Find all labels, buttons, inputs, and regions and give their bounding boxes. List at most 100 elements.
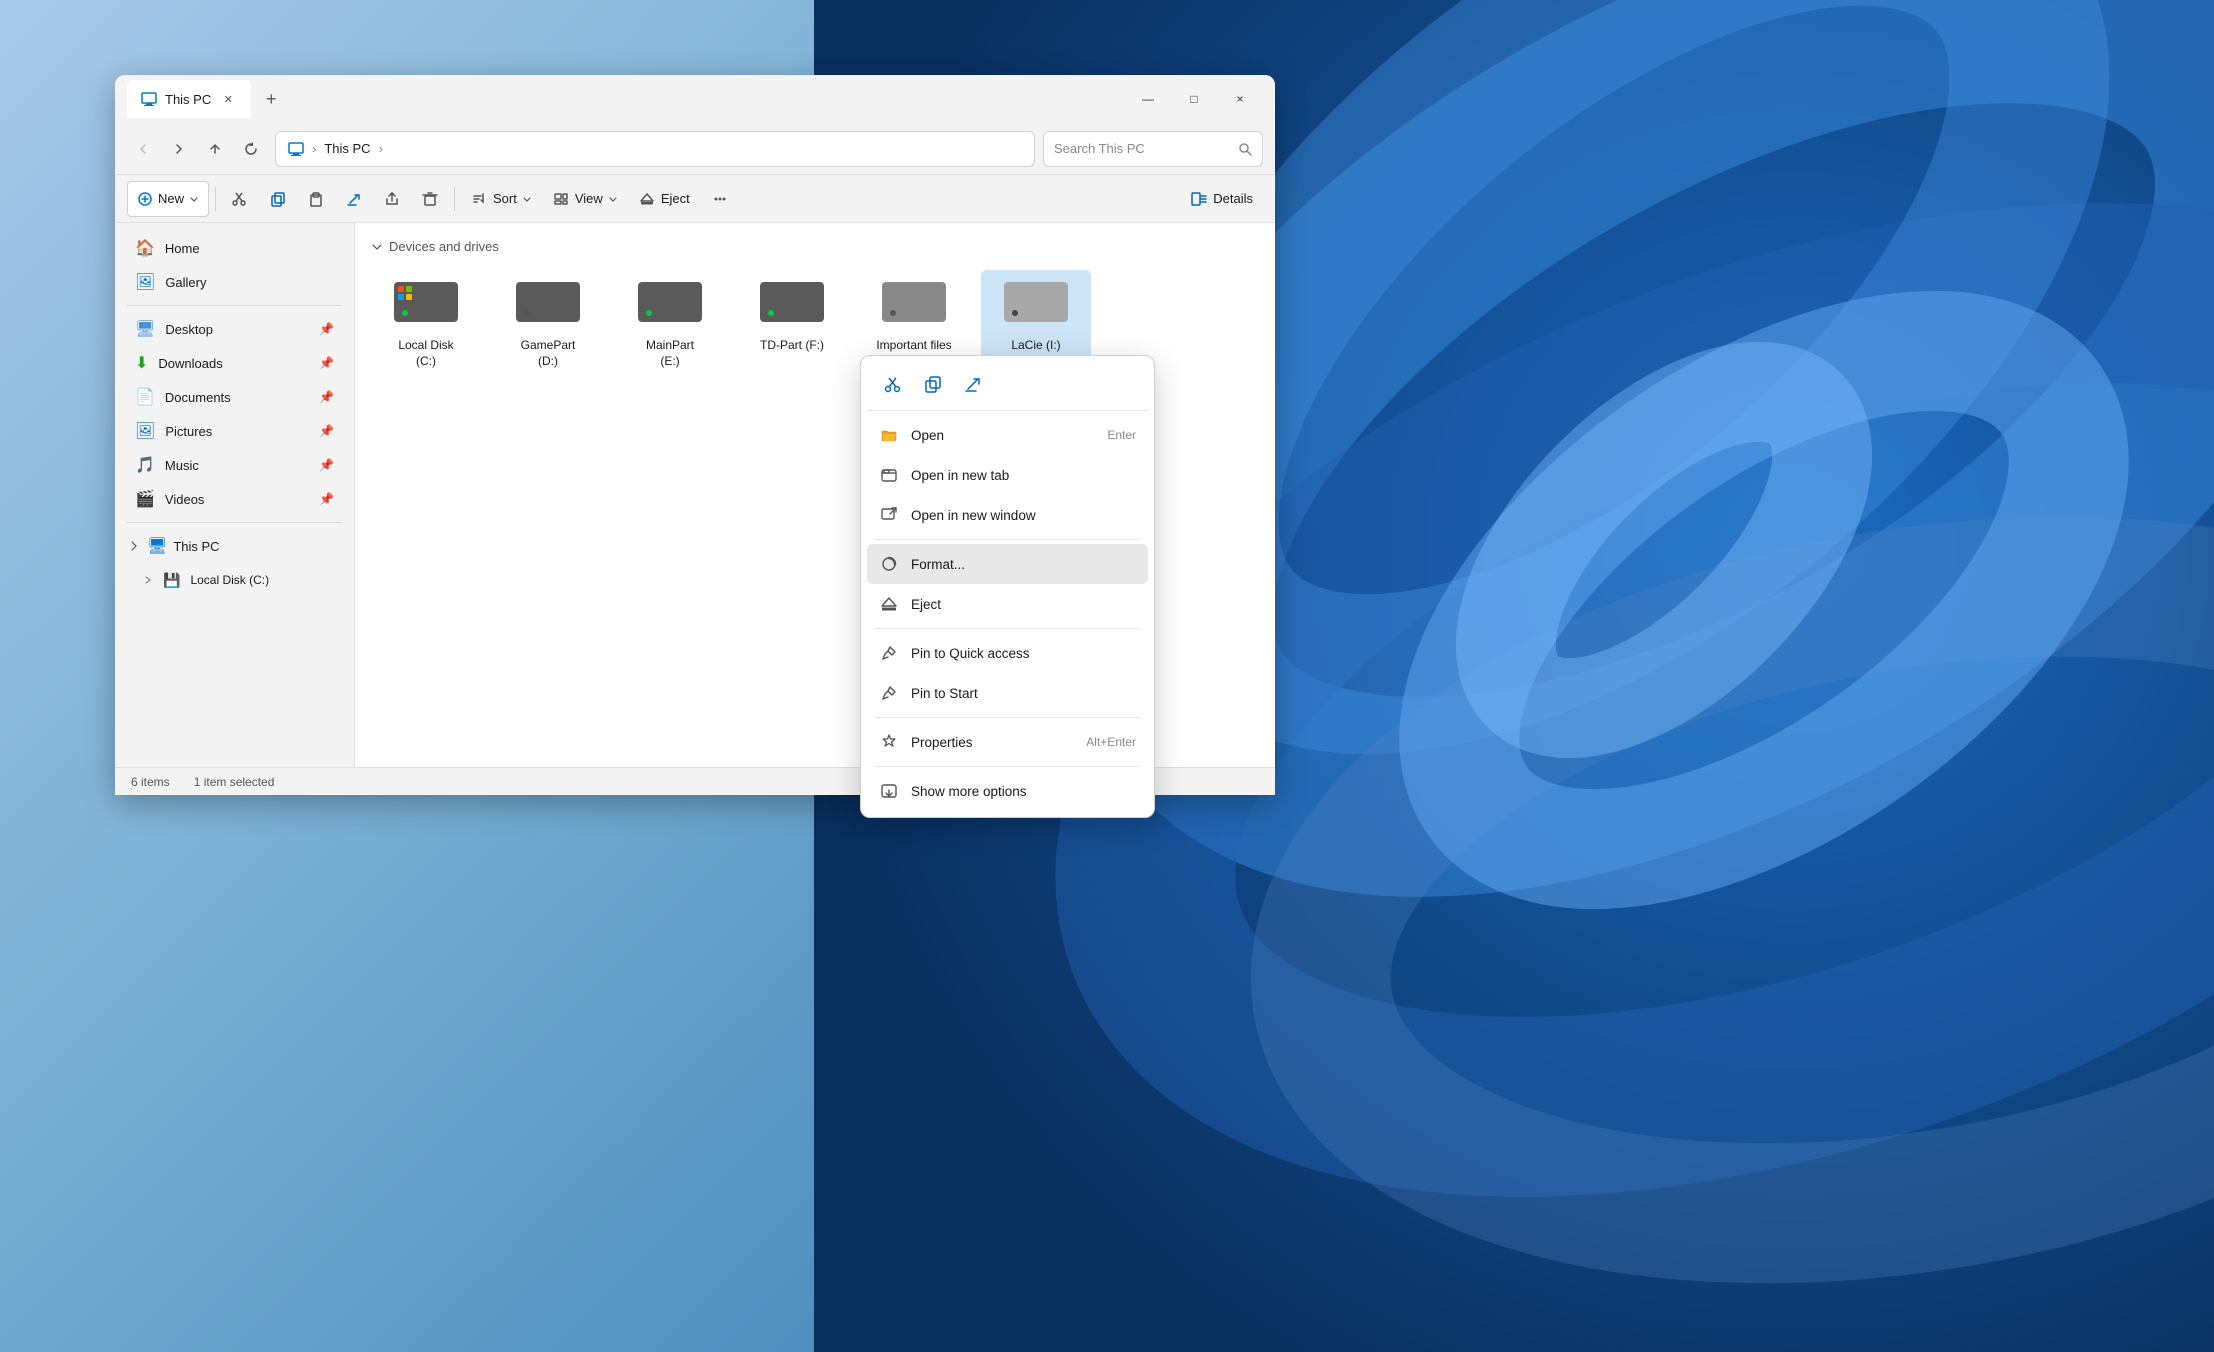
breadcrumb-arrow: › bbox=[379, 141, 383, 156]
search-bar[interactable]: Search This PC bbox=[1043, 131, 1263, 167]
ctx-open-window-icon bbox=[879, 505, 899, 525]
pictures-icon: 🖼 bbox=[135, 421, 155, 441]
view-chevron-icon bbox=[609, 195, 617, 203]
tab-close-button[interactable]: ✕ bbox=[219, 90, 237, 108]
up-button[interactable] bbox=[199, 133, 231, 165]
ctx-pin-start-icon bbox=[879, 683, 899, 703]
ctx-properties-shortcut: Alt+Enter bbox=[1086, 735, 1136, 749]
context-menu-toolbar bbox=[867, 362, 1148, 411]
ctx-pin-quick-icon bbox=[879, 643, 899, 663]
drive-item-e[interactable]: MainPart(E:) bbox=[615, 270, 725, 381]
ctx-open-shortcut: Enter bbox=[1107, 428, 1136, 442]
drive-icon-f bbox=[760, 282, 824, 330]
rename-button[interactable] bbox=[336, 181, 372, 217]
sidebar-home-label: Home bbox=[165, 241, 200, 256]
documents-pin-icon: 📌 bbox=[319, 390, 334, 404]
new-tab-button[interactable]: + bbox=[255, 83, 287, 115]
drive-item-f[interactable]: TD-Part (F:) bbox=[737, 270, 847, 381]
ctx-copy-icon bbox=[924, 375, 942, 393]
drive-icon-e bbox=[638, 282, 702, 330]
ctx-open[interactable]: Open Enter bbox=[867, 415, 1148, 455]
active-tab[interactable]: This PC ✕ bbox=[127, 80, 251, 118]
eject-button[interactable]: Eject bbox=[629, 181, 700, 217]
music-icon: 🎵 bbox=[135, 455, 155, 475]
breadcrumb-separator: › bbox=[312, 141, 316, 156]
drive-label-e: MainPart(E:) bbox=[646, 338, 694, 369]
ctx-rename-button[interactable] bbox=[955, 366, 991, 402]
section-header: Devices and drives bbox=[371, 239, 1259, 254]
home-icon: 🏠 bbox=[135, 238, 155, 258]
ctx-pin-start[interactable]: Pin to Start bbox=[867, 673, 1148, 713]
more-options-button[interactable] bbox=[702, 181, 738, 217]
sidebar-item-music[interactable]: 🎵 Music 📌 bbox=[119, 448, 350, 482]
delete-button[interactable] bbox=[412, 181, 448, 217]
copy-button[interactable] bbox=[260, 181, 296, 217]
thispc-icon: 🖥 bbox=[147, 536, 167, 556]
ctx-more-options[interactable]: Show more options bbox=[867, 771, 1148, 811]
maximize-button[interactable]: □ bbox=[1171, 83, 1217, 115]
sort-icon bbox=[471, 191, 487, 207]
selection-status: 1 item selected bbox=[194, 775, 275, 789]
sidebar-desktop-label: Desktop bbox=[165, 322, 213, 337]
drive-item-d[interactable]: GamePart(D:) bbox=[493, 270, 603, 381]
search-icon bbox=[1238, 142, 1252, 156]
sort-label: Sort bbox=[493, 191, 517, 206]
sidebar-item-localdisk[interactable]: 💾 Local Disk (C:) bbox=[115, 563, 354, 597]
more-icon bbox=[712, 191, 728, 207]
sidebar-gallery-label: Gallery bbox=[165, 275, 206, 290]
ctx-more-icon bbox=[879, 781, 899, 801]
ctx-open-window[interactable]: Open in new window bbox=[867, 495, 1148, 535]
ctx-properties[interactable]: Properties Alt+Enter bbox=[867, 722, 1148, 762]
breadcrumb-thispc[interactable]: This PC bbox=[324, 141, 370, 156]
drive-icon-d bbox=[516, 282, 580, 330]
downloads-pin-icon: 📌 bbox=[319, 356, 334, 370]
sidebar-item-home[interactable]: 🏠 Home bbox=[119, 231, 350, 265]
ctx-open-icon bbox=[879, 425, 899, 445]
sidebar-item-downloads[interactable]: ⬇ Downloads 📌 bbox=[119, 346, 350, 380]
sidebar-divider-2 bbox=[127, 522, 342, 523]
share-button[interactable] bbox=[374, 181, 410, 217]
refresh-button[interactable] bbox=[235, 133, 267, 165]
view-icon bbox=[553, 191, 569, 207]
toolbar: New bbox=[115, 175, 1275, 223]
sidebar-divider-1 bbox=[127, 305, 342, 306]
ctx-cut-button[interactable] bbox=[875, 366, 911, 402]
desktop-icon: 🖥 bbox=[135, 319, 155, 339]
sort-button[interactable]: Sort bbox=[461, 181, 541, 217]
ctx-format[interactable]: Format... bbox=[867, 544, 1148, 584]
tab-title: This PC bbox=[165, 92, 211, 107]
cut-button[interactable] bbox=[222, 181, 258, 217]
ctx-pin-quick[interactable]: Pin to Quick access bbox=[867, 633, 1148, 673]
back-button[interactable] bbox=[127, 133, 159, 165]
ctx-format-label: Format... bbox=[911, 557, 965, 572]
sidebar-item-gallery[interactable]: 🖼 Gallery bbox=[119, 265, 350, 299]
sidebar-item-documents[interactable]: 📄 Documents 📌 bbox=[119, 380, 350, 414]
sidebar-item-videos[interactable]: 🎬 Videos 📌 bbox=[119, 482, 350, 516]
sidebar-item-thispc[interactable]: 🖥 This PC bbox=[115, 529, 354, 563]
drive-item-c[interactable]: Local Disk(C:) bbox=[371, 270, 481, 381]
section-collapse-icon[interactable] bbox=[371, 241, 383, 253]
forward-button[interactable] bbox=[163, 133, 195, 165]
sort-chevron-icon bbox=[523, 195, 531, 203]
view-button[interactable]: View bbox=[543, 181, 627, 217]
drive-icon-g bbox=[882, 282, 946, 330]
ctx-open-tab[interactable]: Open in new tab bbox=[867, 455, 1148, 495]
sidebar-item-pictures[interactable]: 🖼 Pictures 📌 bbox=[119, 414, 350, 448]
paste-button[interactable] bbox=[298, 181, 334, 217]
ctx-copy-button[interactable] bbox=[915, 366, 951, 402]
address-bar[interactable]: › This PC › bbox=[275, 131, 1035, 167]
drive-icon-i bbox=[1004, 282, 1068, 330]
rename-icon bbox=[346, 191, 362, 207]
ctx-eject[interactable]: Eject bbox=[867, 584, 1148, 624]
drive-label-f: TD-Part (F:) bbox=[760, 338, 824, 354]
copy-icon bbox=[270, 191, 286, 207]
ctx-open-window-label: Open in new window bbox=[911, 508, 1036, 523]
new-button[interactable]: New bbox=[127, 181, 209, 217]
details-button[interactable]: Details bbox=[1181, 181, 1263, 217]
minimize-button[interactable]: — bbox=[1125, 83, 1171, 115]
sidebar-item-desktop[interactable]: 🖥 Desktop 📌 bbox=[119, 312, 350, 346]
eject-label: Eject bbox=[661, 191, 690, 206]
section-label: Devices and drives bbox=[389, 239, 499, 254]
ctx-pin-start-label: Pin to Start bbox=[911, 686, 978, 701]
close-button[interactable]: × bbox=[1217, 83, 1263, 115]
